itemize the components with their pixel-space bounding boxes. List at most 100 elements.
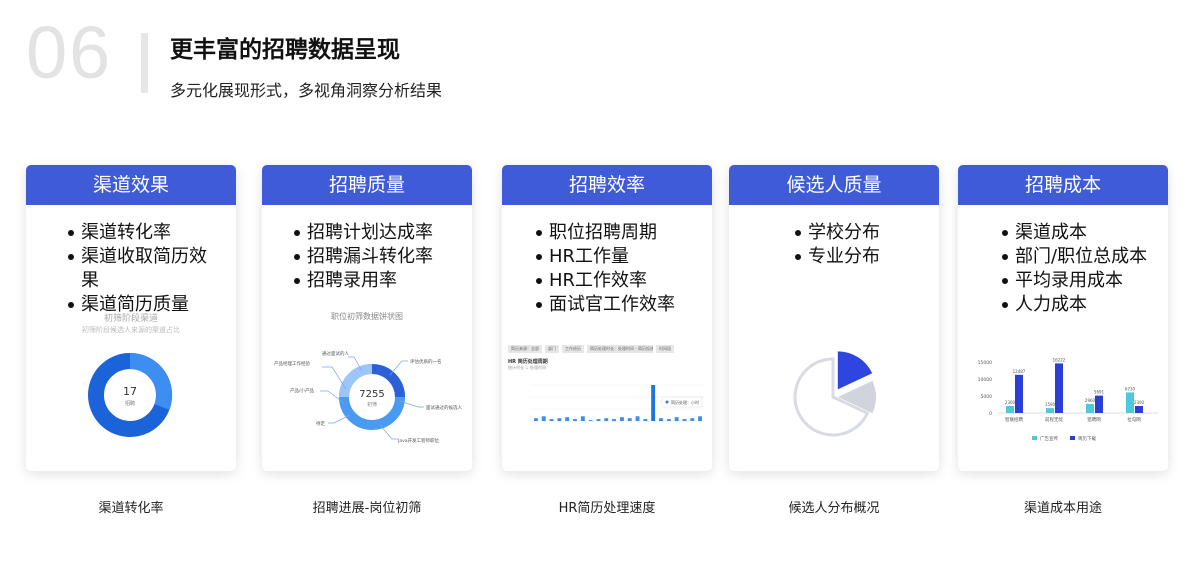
slice-label: 面试通过的候选人 [426, 404, 462, 411]
page-title: 更丰富的招聘数据呈现 [170, 37, 400, 63]
list-item: 部门/职位总成本 [1002, 245, 1152, 269]
donut-segment [129, 352, 173, 410]
card-channel-effect: 渠道效果 渠道转化率 渠道收取简历效果 渠道简历质量 初筛阶段渠道 初筛阶段候选… [26, 165, 236, 471]
bullet-list: 渠道成本 部门/职位总成本 平均录用成本 人力成本 [1002, 221, 1152, 317]
chart-subtitle: 初筛阶段候选人来源的渠道占比 [82, 326, 180, 334]
list-item: 专业分布 [795, 245, 925, 269]
bar [635, 416, 640, 421]
slice-label: 产品/小产品 [290, 387, 315, 394]
slice-label: 待定 [316, 420, 325, 427]
bar-value-label: 5691 [1094, 390, 1105, 395]
y-tick-label: 15000 [978, 360, 992, 366]
divider-bar [141, 33, 148, 93]
list-item: 职位招聘周期 [536, 221, 706, 245]
filter-bar: 简历来源：全部 部门 工作经历 简历处理时长：处理时间 - 简历投递时间 时间段 [508, 345, 708, 353]
bar [1135, 406, 1143, 413]
bar [682, 419, 687, 421]
bar-chart: 简历处理：小时 [530, 384, 706, 422]
bullet-list: 学校分布 专业分布 [795, 221, 925, 269]
ring-center-value: 7255 [359, 389, 384, 400]
bar [698, 416, 702, 421]
card-caption: 招聘进展-岗位初筛 [312, 501, 422, 516]
donut-chart: 17 招聘 [88, 352, 173, 437]
legend: 广告宣传 简历下载 [1032, 435, 1096, 442]
bar-value-label: 2960 [1085, 398, 1096, 403]
bar-value-label: 16222 [1053, 357, 1066, 362]
card-header: 招聘成本 [958, 165, 1168, 205]
chart-title: 职位初筛数据饼状图 [331, 312, 403, 321]
filter-chip[interactable]: 部门 [545, 345, 559, 353]
list-item: HR工作效率 [536, 269, 706, 293]
y-tick-label: 5000 [981, 394, 993, 400]
y-axis: 15000 10000 5000 0 [978, 360, 992, 417]
filter-chip[interactable]: 简历处理时长：处理时间 - 简历投递时间 [587, 345, 653, 353]
exploded-pie-chart [793, 351, 877, 437]
bar [565, 417, 570, 421]
card-recruit-cost: 招聘成本 渠道成本 部门/职位总成本 平均录用成本 人力成本 15000 100… [958, 165, 1168, 471]
bar-value-label: 2300 [1134, 400, 1145, 405]
legend-label: 简历下载 [1078, 435, 1096, 442]
legend-swatch [1032, 436, 1037, 440]
list-item: 人力成本 [1002, 293, 1152, 317]
bullet-list: 渠道转化率 渠道收取简历效果 渠道简历质量 [68, 221, 218, 317]
bar [596, 419, 601, 421]
section-number: 06 [26, 11, 113, 94]
bar [1006, 406, 1014, 413]
chart-title: 初筛阶段渠道 [103, 314, 158, 324]
bar [627, 418, 632, 421]
list-item: 招聘计划达成率 [294, 221, 464, 245]
bar-value-label: 2300 [1005, 400, 1016, 405]
chart-title: HR 简历处理周期 [508, 359, 548, 365]
list-item: 学校分布 [795, 221, 925, 245]
legend-swatch [1070, 436, 1075, 440]
card-header: 招聘效率 [502, 165, 712, 205]
slice-label: 通过面试的人 [322, 350, 349, 357]
x-tick-label: 拉勾网 [1127, 416, 1141, 423]
grouped-bar-chart: 15000 10000 5000 0 2300 12487 智联招聘 1590 1622… [978, 357, 1158, 442]
bar [620, 417, 624, 421]
bar [651, 385, 656, 421]
x-tick-label: 前程无忧 [1045, 416, 1063, 423]
bar [690, 418, 695, 421]
legend-label: 广告宣传 [1040, 435, 1058, 442]
bar [549, 419, 554, 421]
bar [557, 418, 562, 421]
list-item: 渠道成本 [1002, 221, 1152, 245]
bar [534, 418, 538, 421]
bar [1086, 403, 1094, 413]
y-tick-label: 0 [989, 411, 992, 417]
slice-label: 产品经理工作经验 [274, 360, 310, 367]
pie-series [793, 351, 877, 437]
bar [1055, 363, 1063, 413]
bar [580, 416, 585, 421]
filter-chip[interactable]: 时间段 [656, 345, 674, 353]
card-header: 候选人质量 [729, 165, 939, 205]
bar [674, 417, 679, 421]
x-tick-label: 猎聘网 [1087, 416, 1101, 423]
slice-label: Java开发工程师职位 [397, 437, 440, 444]
card-caption: 渠道成本用途 [1023, 501, 1102, 516]
list-item: 面试官工作效率 [536, 293, 706, 317]
pie-label-chart: 7255 初筛 通过面试的人 产品经理工作经验 评估优质的一名 产品/小产品 面… [274, 350, 462, 444]
tooltip-dot [665, 400, 669, 404]
bar [1015, 374, 1023, 413]
bar [573, 419, 577, 421]
list-item: HR工作量 [536, 245, 706, 269]
bar [541, 416, 546, 421]
bar-value-label: 1590 [1045, 402, 1056, 407]
card-caption: HR简历处理速度 [558, 501, 656, 516]
bar-value-label: 6730 [1125, 386, 1136, 391]
list-item: 平均录用成本 [1002, 269, 1152, 293]
ring-center-label: 初筛 [367, 401, 377, 408]
card-header: 渠道效果 [26, 165, 236, 205]
bar [1095, 395, 1103, 413]
card-candidate-quality: 候选人质量 学校分布 专业分布 [729, 165, 939, 471]
chart-subtitle: 统计时长 = 处理时间 [508, 365, 546, 370]
bar [666, 419, 671, 421]
bar [1126, 392, 1134, 413]
list-item: 招聘录用率 [294, 269, 464, 293]
filter-chip[interactable]: 工作经历 [562, 345, 584, 353]
filter-chip[interactable]: 简历来源：全部 [508, 345, 542, 353]
card-header: 招聘质量 [262, 165, 472, 205]
y-tick-label: 10000 [978, 377, 992, 383]
